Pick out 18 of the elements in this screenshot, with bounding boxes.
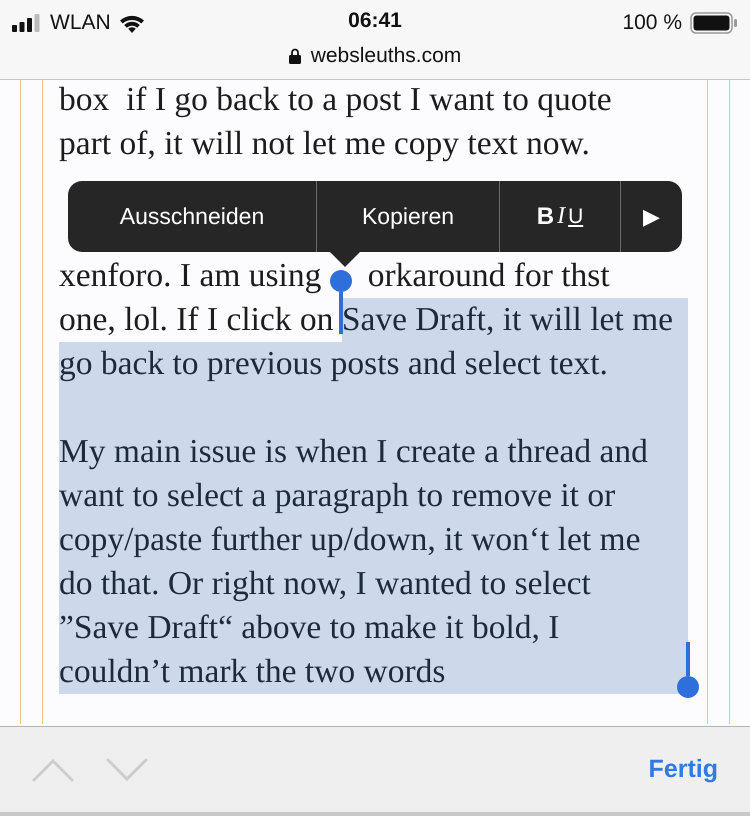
- text-line: one, lol. If I click on: [59, 300, 334, 340]
- battery-icon: [690, 12, 738, 34]
- menu-item[interactable]: Kopieren: [317, 181, 500, 252]
- selection-handle[interactable]: [677, 642, 699, 698]
- menu-item[interactable]: Ausschneiden: [68, 181, 317, 252]
- text-line: part of, it will not let me copy text now.: [59, 124, 590, 164]
- clock: 06:41: [348, 9, 402, 33]
- address-url[interactable]: websleuths.com: [310, 44, 462, 68]
- text-line: orkaround for thst: [368, 256, 610, 296]
- text-line: xenforo. I am using: [59, 256, 322, 296]
- done-button[interactable]: Fertig: [648, 755, 718, 784]
- wifi-icon: [118, 14, 145, 32]
- more-button[interactable]: ▶: [621, 181, 682, 252]
- carrier-label: WLAN: [50, 11, 111, 35]
- format-button[interactable]: BIU: [500, 181, 621, 252]
- text-line: box if I go back to a post I want to quote: [59, 80, 612, 120]
- signal-icon: [12, 14, 42, 32]
- battery-percent: 100 %: [622, 11, 682, 35]
